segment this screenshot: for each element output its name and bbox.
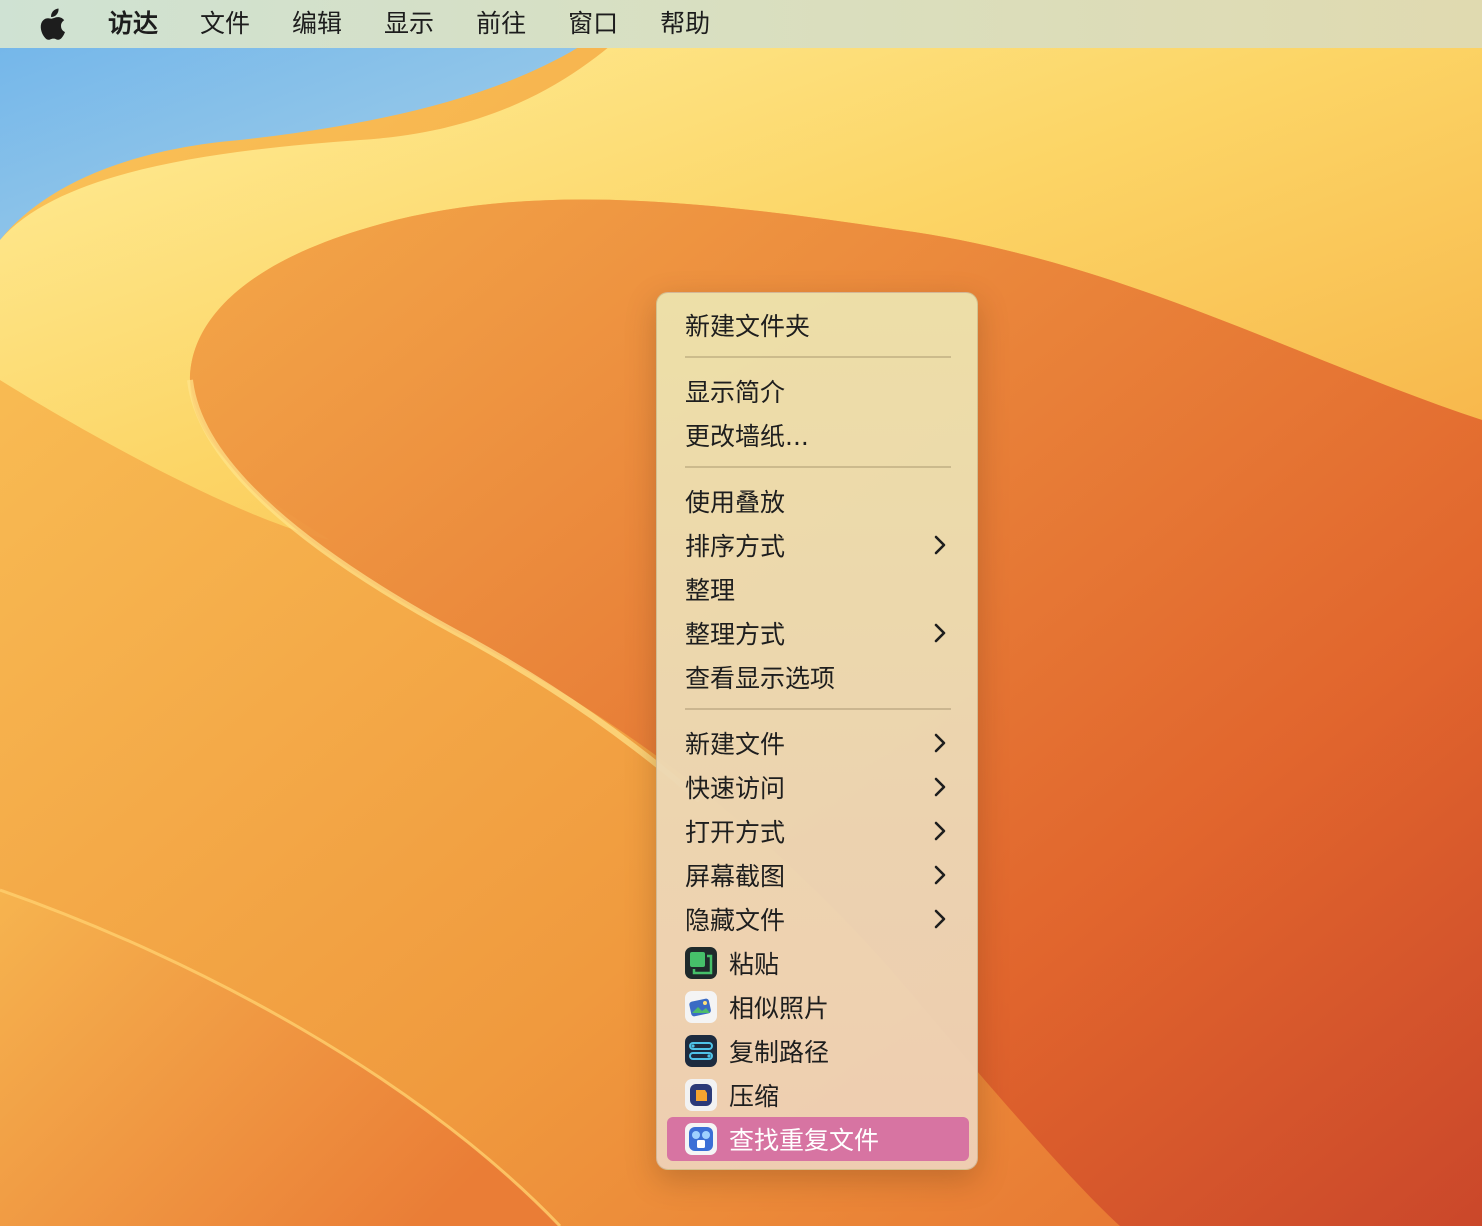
menu-item-label: 隐藏文件	[685, 906, 786, 935]
chevron-right-icon	[934, 777, 946, 797]
menu-item-label: 查找重复文件	[729, 1126, 880, 1155]
menu-item-quick-access[interactable]: 快速访问	[667, 765, 969, 809]
apple-logo-icon[interactable]	[38, 7, 68, 41]
chevron-right-icon	[934, 865, 946, 885]
chevron-right-icon	[934, 909, 946, 929]
menu-bar: 访达 文件 编辑 显示 前往 窗口 帮助	[0, 0, 1482, 48]
menu-item-label: 打开方式	[685, 818, 786, 847]
similar-photos-app-icon	[685, 991, 717, 1023]
menu-item-sort-by[interactable]: 排序方式	[667, 523, 969, 567]
chevron-right-icon	[934, 535, 946, 555]
menu-item-label: 整理方式	[685, 620, 786, 649]
menu-separator	[685, 356, 951, 358]
menu-item-change-wallpaper[interactable]: 更改墙纸...	[667, 413, 969, 457]
menu-window[interactable]: 窗口	[568, 0, 618, 48]
menu-view[interactable]: 显示	[384, 0, 434, 48]
menu-item-label: 相似照片	[729, 994, 830, 1023]
compress-app-icon	[685, 1079, 717, 1111]
chevron-right-icon	[934, 623, 946, 643]
menu-edit[interactable]: 编辑	[292, 0, 342, 48]
menu-item-open-with[interactable]: 打开方式	[667, 809, 969, 853]
chevron-right-icon	[934, 733, 946, 753]
context-menu: 新建文件夹 显示简介 更改墙纸... 使用叠放 排序方式 整理 整理方式 查看显…	[656, 292, 978, 1170]
paste-app-icon	[685, 947, 717, 979]
menu-item-get-info[interactable]: 显示简介	[667, 369, 969, 413]
menu-item-clean-up-by[interactable]: 整理方式	[667, 611, 969, 655]
menu-item-compress[interactable]: 压缩	[667, 1073, 969, 1117]
menu-item-label: 新建文件夹	[685, 312, 811, 341]
menu-file[interactable]: 文件	[200, 0, 250, 48]
menu-item-label: 压缩	[729, 1082, 780, 1111]
menu-item-copy-path[interactable]: 复制路径	[667, 1029, 969, 1073]
menu-item-label: 更改墙纸...	[685, 422, 809, 451]
menu-finder[interactable]: 访达	[108, 0, 158, 48]
menu-item-label: 新建文件	[685, 730, 786, 759]
menu-item-hidden-files[interactable]: 隐藏文件	[667, 897, 969, 941]
menu-item-label: 查看显示选项	[685, 664, 836, 693]
menu-item-label: 整理	[685, 576, 736, 605]
menu-item-label: 使用叠放	[685, 488, 786, 517]
menu-item-label: 屏幕截图	[685, 862, 786, 891]
menu-item-paste[interactable]: 粘贴	[667, 941, 969, 985]
find-duplicates-app-icon	[685, 1123, 717, 1155]
copy-path-app-icon	[685, 1035, 717, 1067]
menu-help[interactable]: 帮助	[660, 0, 710, 48]
menu-item-screenshot[interactable]: 屏幕截图	[667, 853, 969, 897]
chevron-right-icon	[934, 821, 946, 841]
menu-item-new-file[interactable]: 新建文件	[667, 721, 969, 765]
menu-item-label: 复制路径	[729, 1038, 830, 1067]
menu-item-find-duplicates[interactable]: 查找重复文件	[667, 1117, 969, 1161]
menu-item-label: 粘贴	[729, 950, 780, 979]
menu-item-label: 显示简介	[685, 378, 786, 407]
menu-item-label: 快速访问	[685, 774, 786, 803]
menu-separator	[685, 466, 951, 468]
menu-item-clean-up[interactable]: 整理	[667, 567, 969, 611]
menu-item-similar-photos[interactable]: 相似照片	[667, 985, 969, 1029]
menu-item-new-folder[interactable]: 新建文件夹	[667, 303, 969, 347]
menu-item-show-view-options[interactable]: 查看显示选项	[667, 655, 969, 699]
menu-item-use-stacks[interactable]: 使用叠放	[667, 479, 969, 523]
menu-separator	[685, 708, 951, 710]
menu-go[interactable]: 前往	[476, 0, 526, 48]
menu-item-label: 排序方式	[685, 532, 786, 561]
